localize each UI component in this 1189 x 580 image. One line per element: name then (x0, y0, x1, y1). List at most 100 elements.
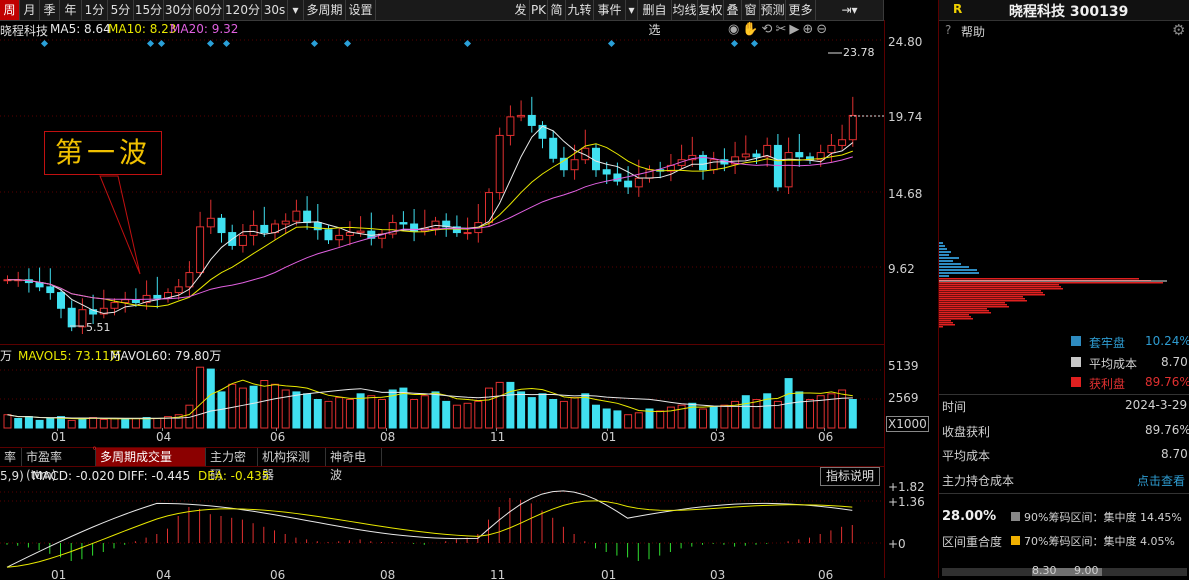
event-marker-icon[interactable] (730, 39, 739, 48)
volume-bar[interactable] (485, 387, 493, 429)
candle-body[interactable] (559, 157, 568, 171)
volume-bar[interactable] (410, 399, 419, 429)
toolbar-button-10[interactable]: 窗 (742, 0, 760, 20)
indicator-tab-1[interactable]: 市盈率(ttm) (22, 448, 96, 482)
toolbar-button-5[interactable]: ▾ (626, 0, 638, 20)
volume-bar[interactable] (206, 368, 215, 429)
candle-body[interactable] (35, 282, 44, 288)
volume-bar[interactable] (474, 400, 483, 429)
volume-bar[interactable] (559, 400, 568, 429)
volume-bar[interactable] (420, 395, 429, 429)
volume-bar[interactable] (131, 418, 140, 429)
period-tab-8[interactable]: 60分 (194, 0, 224, 20)
event-marker-icon[interactable] (157, 39, 166, 48)
candle-body[interactable] (527, 114, 536, 126)
candle-body[interactable] (495, 134, 504, 194)
volume-bar[interactable] (324, 400, 333, 429)
candle-body[interactable] (174, 286, 183, 294)
candle-body[interactable] (399, 222, 408, 225)
candle-body[interactable] (110, 302, 119, 309)
expand-icon[interactable]: ⇥▾ (816, 0, 884, 20)
event-marker-icon[interactable] (463, 39, 472, 48)
candle-body[interactable] (153, 294, 162, 299)
volume-bar[interactable] (463, 402, 472, 429)
volume-bar[interactable] (14, 418, 23, 429)
volume-bar[interactable] (3, 414, 12, 429)
volume-bar[interactable] (431, 391, 440, 429)
toolbar-button-0[interactable]: 发 (512, 0, 530, 20)
toolbar-button-8[interactable]: 复权 (698, 0, 724, 20)
candle-body[interactable] (206, 217, 215, 228)
period-tab-0[interactable]: 周 (0, 0, 20, 20)
candle-body[interactable] (506, 116, 515, 136)
event-marker-icon[interactable] (607, 39, 616, 48)
settings-button[interactable]: 设置 (346, 0, 376, 20)
candle-body[interactable] (549, 137, 558, 159)
toolbar-button-11[interactable]: 预测 (760, 0, 786, 20)
help-icon[interactable]: ? (945, 23, 951, 37)
candle-body[interactable] (602, 169, 611, 175)
volume-bar[interactable] (260, 380, 269, 429)
indicator-tab-0[interactable]: 率 (0, 448, 22, 466)
volume-bar[interactable] (634, 412, 643, 429)
candle-body[interactable] (741, 153, 750, 158)
candle-body[interactable] (121, 299, 130, 304)
candle-body[interactable] (570, 159, 579, 171)
candle-body[interactable] (838, 139, 847, 146)
rotate-icon[interactable]: ⟲ (762, 22, 776, 37)
volume-bar[interactable] (709, 406, 718, 429)
candle-body[interactable] (463, 232, 472, 235)
volume-bar[interactable] (570, 397, 579, 429)
candle-body[interactable] (634, 177, 643, 188)
period-tab-1[interactable]: 月 (20, 0, 40, 20)
candle-body[interactable] (131, 299, 140, 304)
zoom-out-icon[interactable]: ⊖ (816, 22, 830, 37)
volume-bar[interactable] (592, 404, 600, 429)
volume-bar[interactable] (495, 381, 504, 429)
indicator-tab-5[interactable]: 神奇电波 (326, 448, 382, 482)
volume-bar[interactable] (281, 389, 290, 429)
candle-body[interactable] (57, 292, 65, 309)
macd-chart[interactable] (0, 484, 884, 572)
volume-bar[interactable] (228, 383, 237, 429)
candle-body[interactable] (281, 220, 290, 225)
candlestick-chart[interactable] (0, 36, 884, 344)
candle-body[interactable] (217, 217, 226, 234)
period-tab-3[interactable]: 年 (60, 0, 82, 20)
volume-bar[interactable] (271, 383, 279, 429)
volume-bar[interactable] (153, 418, 162, 429)
volume-bar[interactable] (335, 397, 344, 429)
candle-body[interactable] (185, 272, 194, 288)
volume-bar[interactable] (656, 410, 665, 429)
volume-bar[interactable] (67, 419, 76, 429)
volume-bar[interactable] (848, 399, 857, 429)
volume-bar[interactable] (46, 418, 55, 429)
volume-bar[interactable] (89, 417, 98, 429)
candle-body[interactable] (249, 224, 258, 236)
candle-body[interactable] (356, 230, 365, 234)
toolbar-button-2[interactable]: 简 (548, 0, 566, 20)
volume-bar[interactable] (378, 399, 386, 429)
toolbar-button-12[interactable]: 更多 (786, 0, 816, 20)
zoom-in-icon[interactable]: ⊕ (802, 22, 816, 37)
candle-body[interactable] (292, 210, 301, 222)
event-marker-icon[interactable] (206, 39, 215, 48)
volume-bar[interactable] (313, 399, 322, 429)
volume-bar[interactable] (613, 410, 622, 429)
volume-bar[interactable] (538, 393, 547, 429)
eye-icon[interactable]: ◉ (728, 22, 742, 37)
candle-body[interactable] (238, 234, 247, 246)
volume-bar[interactable] (78, 418, 87, 429)
volume-bar[interactable] (356, 393, 365, 429)
candle-body[interactable] (324, 229, 333, 241)
play-icon[interactable]: ▶ (789, 22, 802, 37)
volume-bar[interactable] (506, 381, 515, 429)
event-marker-icon[interactable] (750, 39, 759, 48)
period-tab-2[interactable]: 季 (40, 0, 60, 20)
volume-bar[interactable] (741, 395, 750, 429)
period-dropdown-icon[interactable]: ▾ (288, 0, 304, 20)
period-tab-6[interactable]: 15分 (134, 0, 164, 20)
volume-bar[interactable] (121, 418, 130, 429)
period-tab-5[interactable]: 5分 (108, 0, 134, 20)
gear-icon[interactable]: ⚙ (1172, 21, 1185, 39)
